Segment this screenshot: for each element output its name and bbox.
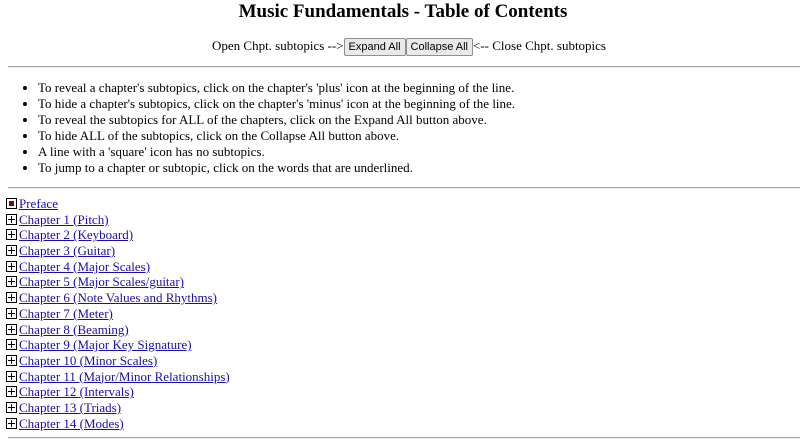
toc-item-chapter-10: Chapter 10 (Minor Scales) xyxy=(6,353,230,369)
toc-link-chapter-12[interactable]: Chapter 12 (Intervals) xyxy=(19,384,134,399)
toc-link-chapter-10[interactable]: Chapter 10 (Minor Scales) xyxy=(19,353,157,368)
plus-icon[interactable] xyxy=(6,229,17,241)
instruction-item: To reveal the subtopics for ALL of the c… xyxy=(38,112,515,128)
instruction-item: A line with a 'square' icon has no subto… xyxy=(38,144,515,160)
plus-icon[interactable] xyxy=(6,260,17,272)
plus-icon[interactable] xyxy=(6,354,17,366)
toc-item-chapter-8: Chapter 8 (Beaming) xyxy=(6,322,230,338)
toc-item-chapter-1: Chapter 1 (Pitch) xyxy=(6,212,230,228)
plus-icon[interactable] xyxy=(6,307,17,319)
toc-item-chapter-7: Chapter 7 (Meter) xyxy=(6,306,230,322)
open-subtopics-label: Open Chpt. subtopics --> xyxy=(211,38,344,53)
toc-item-chapter-11: Chapter 11 (Major/Minor Relationships) xyxy=(6,369,230,385)
plus-icon[interactable] xyxy=(6,417,17,429)
toc-item-chapter-14: Chapter 14 (Modes) xyxy=(6,416,230,432)
toc-link-chapter-11[interactable]: Chapter 11 (Major/Minor Relationships) xyxy=(19,369,230,384)
toc-link-chapter-2[interactable]: Chapter 2 (Keyboard) xyxy=(19,227,133,242)
expand-all-button[interactable]: Expand All xyxy=(343,38,406,57)
close-subtopics-label: <-- Close Chpt. subtopics xyxy=(473,38,606,53)
square-icon xyxy=(6,198,17,209)
toc-link-chapter-13[interactable]: Chapter 13 (Triads) xyxy=(19,400,121,415)
toc-item-chapter-12: Chapter 12 (Intervals) xyxy=(6,384,230,400)
plus-icon[interactable] xyxy=(6,370,17,382)
divider xyxy=(8,437,800,439)
plus-icon[interactable] xyxy=(6,339,17,351)
toc-link-preface[interactable]: Preface xyxy=(19,196,58,211)
table-of-contents: Preface Chapter 1 (Pitch) Chapter 2 (Key… xyxy=(6,196,230,431)
plus-icon[interactable] xyxy=(6,401,17,413)
collapse-all-button[interactable]: Collapse All xyxy=(405,38,473,57)
plus-icon[interactable] xyxy=(6,276,17,288)
divider xyxy=(8,66,800,68)
toc-item-chapter-4: Chapter 4 (Major Scales) xyxy=(6,259,230,275)
toc-item-preface: Preface xyxy=(6,196,230,212)
plus-icon[interactable] xyxy=(6,386,17,398)
toc-link-chapter-14[interactable]: Chapter 14 (Modes) xyxy=(19,416,124,431)
instruction-item: To jump to a chapter or subtopic, click … xyxy=(38,160,515,176)
instruction-item: To hide ALL of the subtopics, click on t… xyxy=(38,128,515,144)
instructions-list: To reveal a chapter's subtopics, click o… xyxy=(0,80,515,176)
toc-item-chapter-9: Chapter 9 (Major Key Signature) xyxy=(6,337,230,353)
toc-link-chapter-1[interactable]: Chapter 1 (Pitch) xyxy=(19,212,109,227)
plus-icon[interactable] xyxy=(6,213,17,225)
toc-link-chapter-6[interactable]: Chapter 6 (Note Values and Rhythms) xyxy=(19,290,217,305)
toc-link-chapter-9[interactable]: Chapter 9 (Major Key Signature) xyxy=(19,337,192,352)
toc-link-chapter-8[interactable]: Chapter 8 (Beaming) xyxy=(19,322,129,337)
plus-icon[interactable] xyxy=(6,323,17,335)
divider xyxy=(8,187,800,189)
toc-link-chapter-5[interactable]: Chapter 5 (Major Scales/guitar) xyxy=(19,274,184,289)
toc-item-chapter-2: Chapter 2 (Keyboard) xyxy=(6,227,230,243)
instruction-item: To hide a chapter's subtopics, click on … xyxy=(38,96,515,112)
instruction-item: To reveal a chapter's subtopics, click o… xyxy=(38,80,515,96)
plus-icon[interactable] xyxy=(6,292,17,304)
subtopic-controls: Open Chpt. subtopics --> Expand All Collap… xyxy=(0,36,800,57)
toc-item-chapter-6: Chapter 6 (Note Values and Rhythms) xyxy=(6,290,230,306)
toc-item-chapter-5: Chapter 5 (Major Scales/guitar) xyxy=(6,274,230,290)
toc-link-chapter-4[interactable]: Chapter 4 (Major Scales) xyxy=(19,259,150,274)
plus-icon[interactable] xyxy=(6,245,17,257)
toc-link-chapter-3[interactable]: Chapter 3 (Guitar) xyxy=(19,243,115,258)
toc-link-chapter-7[interactable]: Chapter 7 (Meter) xyxy=(19,306,113,321)
page-title: Music Fundamentals - Table of Contents xyxy=(238,1,568,22)
toc-item-chapter-3: Chapter 3 (Guitar) xyxy=(6,243,230,259)
toc-item-chapter-13: Chapter 13 (Triads) xyxy=(6,400,230,416)
